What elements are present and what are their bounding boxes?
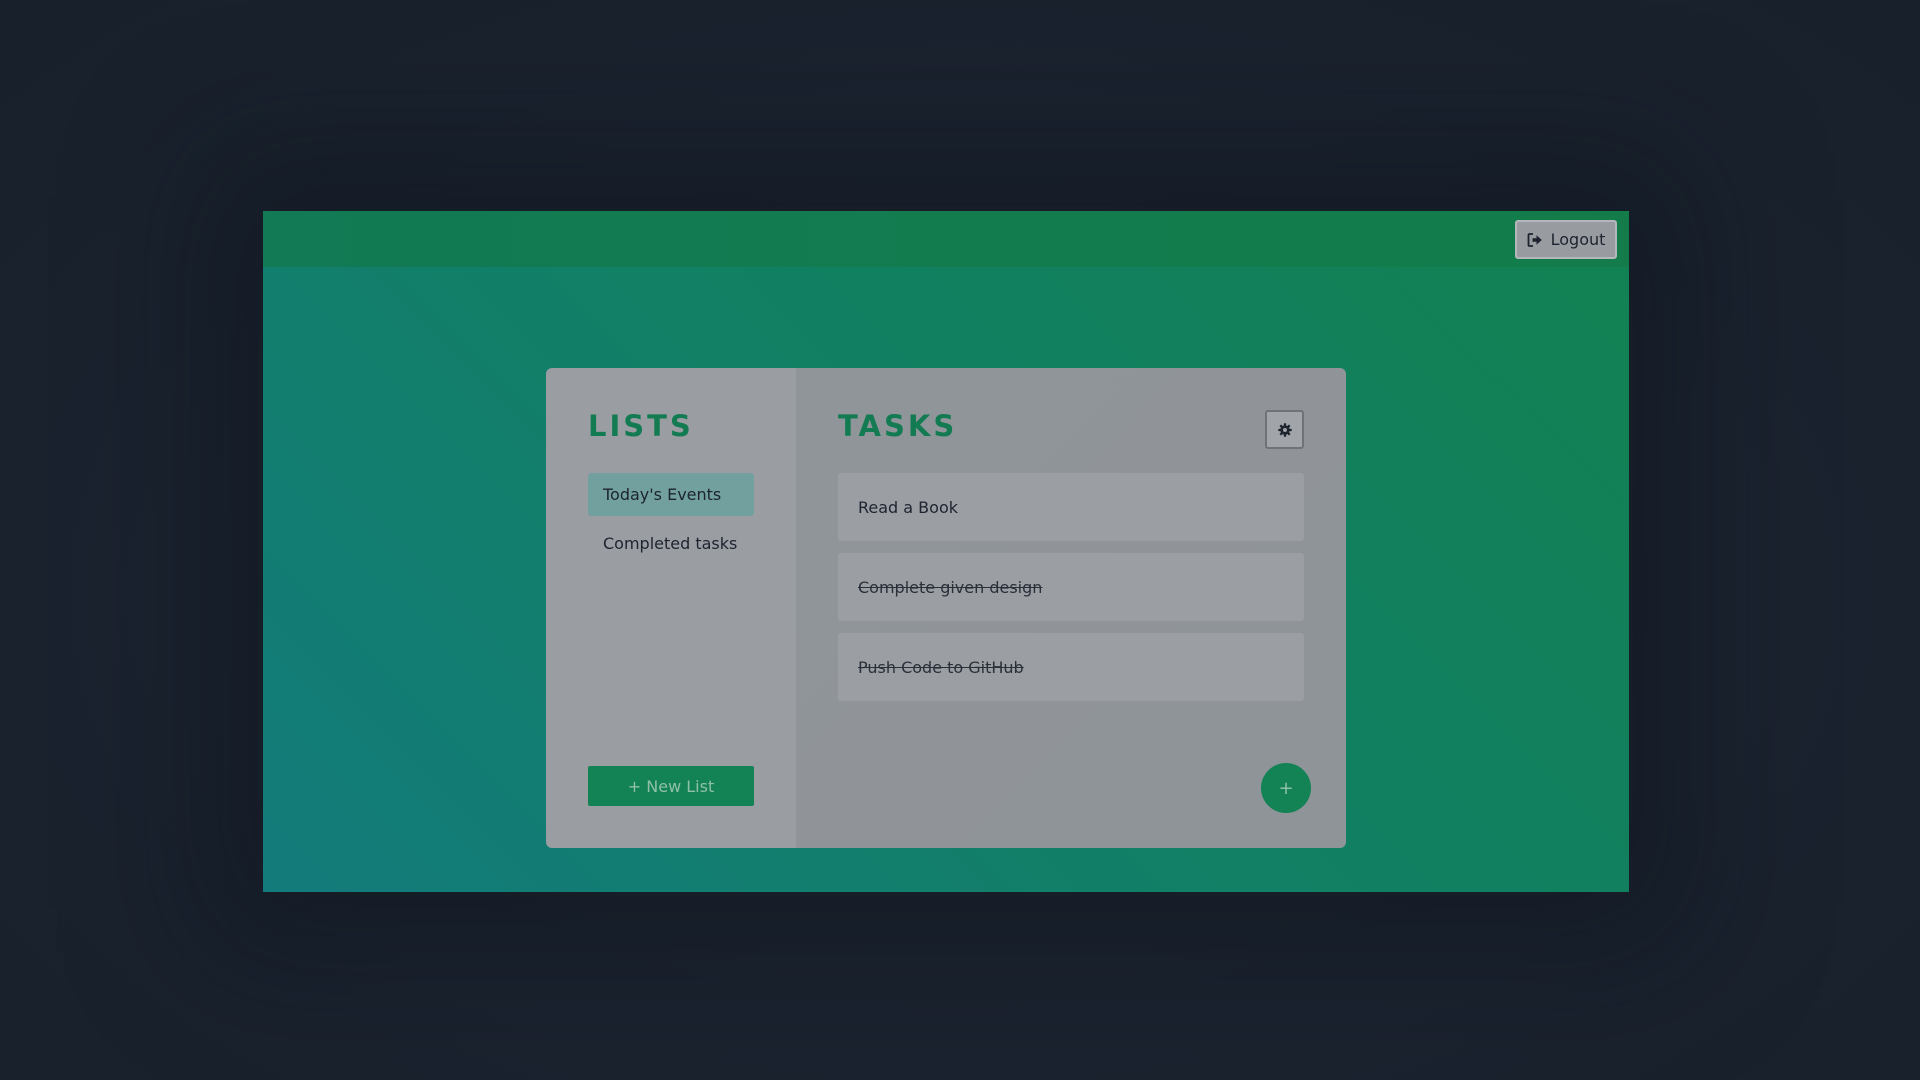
tasks-panel: TASKS Read a Book Complete given design … bbox=[796, 368, 1346, 848]
app-window: Logout LISTS Today's Events Completed ta… bbox=[263, 211, 1629, 892]
logout-label: Logout bbox=[1550, 230, 1606, 249]
todo-card: LISTS Today's Events Completed tasks + N… bbox=[546, 368, 1346, 848]
task-item-complete-given-design[interactable]: Complete given design bbox=[838, 553, 1304, 621]
list-items: Today's Events Completed tasks bbox=[588, 473, 754, 565]
task-list: Read a Book Complete given design Push C… bbox=[838, 473, 1304, 701]
list-item-label: Today's Events bbox=[603, 485, 722, 504]
logout-icon bbox=[1527, 232, 1543, 248]
logout-button[interactable]: Logout bbox=[1515, 220, 1617, 259]
task-item-push-code-to-github[interactable]: Push Code to GitHub bbox=[838, 633, 1304, 701]
task-text: Read a Book bbox=[858, 497, 958, 517]
lists-title: LISTS bbox=[588, 409, 694, 443]
top-bar: Logout bbox=[263, 211, 1629, 267]
lists-panel: LISTS Today's Events Completed tasks + N… bbox=[546, 368, 796, 848]
task-text: Push Code to GitHub bbox=[858, 657, 1024, 677]
task-text: Complete given design bbox=[858, 577, 1043, 597]
task-item-read-a-book[interactable]: Read a Book bbox=[838, 473, 1304, 541]
gear-icon bbox=[1277, 422, 1292, 437]
tasks-title: TASKS bbox=[838, 409, 958, 443]
new-list-button[interactable]: + New List bbox=[588, 766, 754, 806]
list-item-label: Completed tasks bbox=[603, 534, 738, 553]
add-task-button[interactable]: + bbox=[1261, 763, 1311, 813]
settings-button[interactable] bbox=[1265, 410, 1304, 449]
list-item-completed-tasks[interactable]: Completed tasks bbox=[588, 522, 754, 565]
list-item-todays-events[interactable]: Today's Events bbox=[588, 473, 754, 516]
